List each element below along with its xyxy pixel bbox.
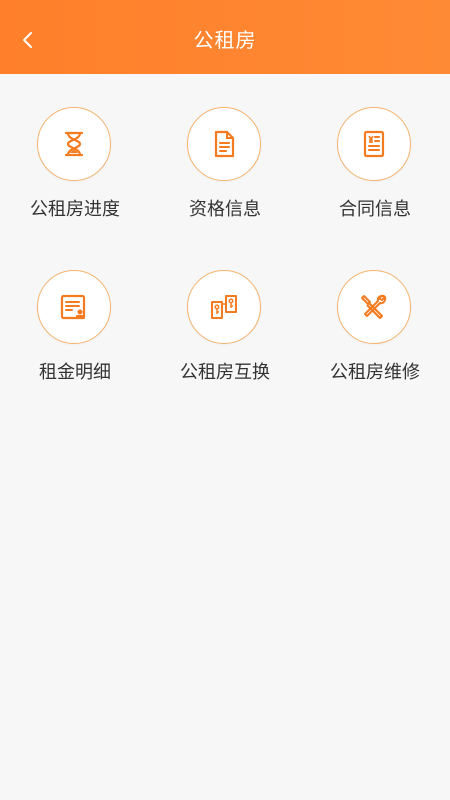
icon-circle [187,270,261,344]
hourglass-icon [64,131,84,157]
menu-item-exchange[interactable]: 公租房互换 [150,237,300,387]
menu-item-label: 公租房进度 [30,199,120,220]
icon-circle [337,270,411,344]
menu-item-label: 合同信息 [339,199,411,220]
menu-item-repair[interactable]: 公租房维修 [300,237,450,387]
menu-item-qualification[interactable]: 资格信息 [150,74,300,224]
icon-circle [187,107,261,181]
icon-circle [37,270,111,344]
menu-item-label: 资格信息 [189,199,261,220]
menu-item-rent[interactable]: 租金明细 [0,237,150,387]
page-title: 公租房 [193,28,257,52]
contract-yen-icon [363,130,385,158]
tools-icon [361,294,387,320]
exchange-keys-icon [211,295,237,319]
document-icon [214,130,235,158]
rent-statement-icon [60,294,86,320]
header-bar: 公租房 [0,0,450,74]
menu-item-progress[interactable]: 公租房进度 [0,74,150,224]
icon-circle [37,107,111,181]
menu-item-contract[interactable]: 合同信息 [300,74,450,224]
menu-item-label: 租金明细 [39,362,111,383]
menu-item-label: 公租房维修 [330,362,420,383]
icon-circle [337,107,411,181]
menu-item-label: 公租房互换 [180,362,270,383]
